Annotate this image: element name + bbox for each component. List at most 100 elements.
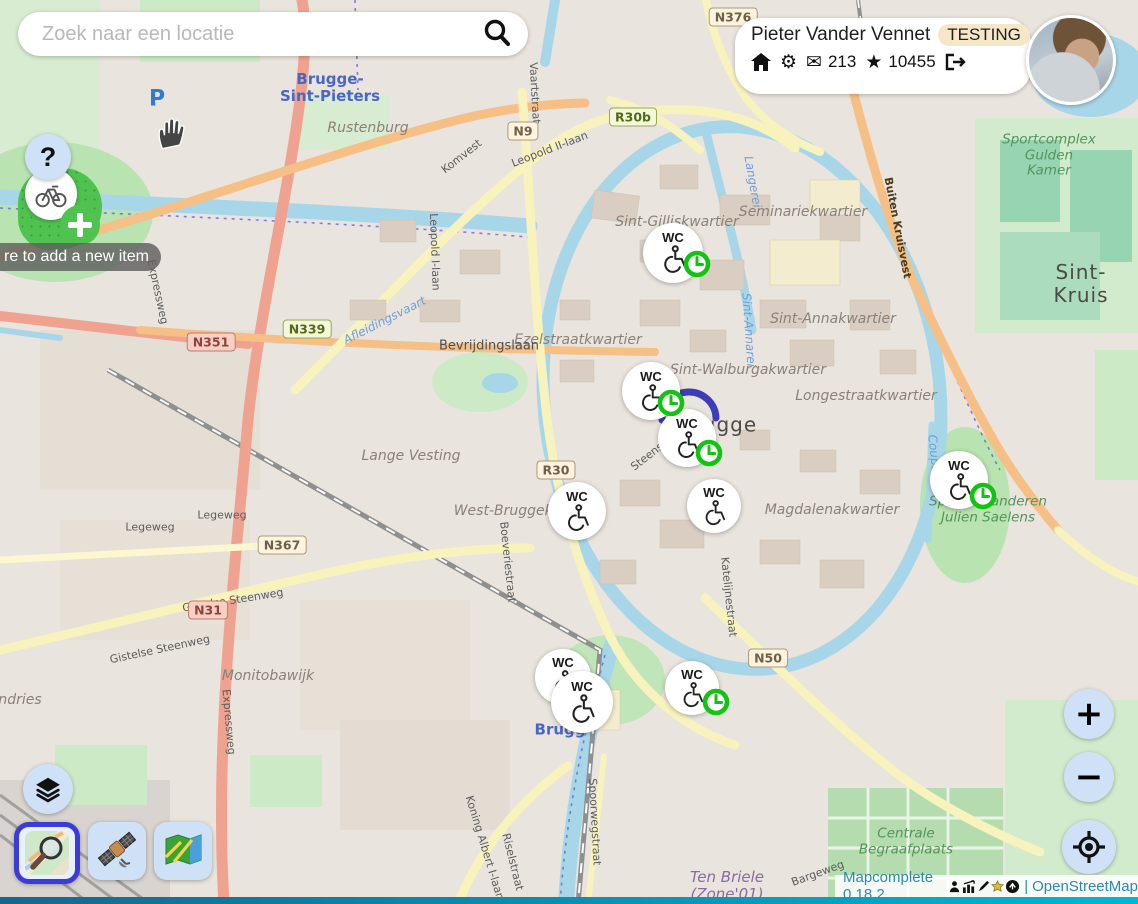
- map-label: Afleidingsvaart: [342, 294, 429, 347]
- toilet-marker-label: WC: [703, 486, 725, 499]
- attribution-separator: |: [1024, 878, 1028, 895]
- star-icon: ★: [865, 53, 882, 72]
- opening-hours-clock-icon: [683, 250, 711, 278]
- testing-badge: TESTING: [938, 24, 1030, 46]
- map-label: Gistelse Steenweg: [182, 587, 285, 615]
- add-item-tooltip: re to add a new item: [0, 243, 161, 271]
- zoom-in-button[interactable]: +: [1064, 689, 1114, 739]
- opening-hours-badge: [683, 250, 711, 278]
- bicycle-icon: [34, 179, 68, 209]
- map-label: Vaartstraat: [526, 62, 542, 124]
- mapcomplete-app: P Brugge- Sint-Pieters Rustenburg Vaartstra…: [0, 0, 1138, 904]
- map-label: Langerei: [741, 155, 764, 209]
- map-label: Rustenburg: [327, 120, 408, 136]
- user-name[interactable]: Pieter Vander Vennet: [751, 24, 930, 46]
- home-icon[interactable]: [751, 53, 771, 72]
- map-label: Boeveriestraat: [496, 521, 517, 603]
- edit-pen-icon[interactable]: [977, 880, 990, 893]
- road-ref-badge: N50: [748, 649, 788, 668]
- toilet-marker[interactable]: WC: [551, 671, 613, 733]
- wheelchair-icon: [562, 503, 592, 533]
- osm-map-thumbnail: [25, 831, 69, 875]
- geolocate-button[interactable]: [1062, 820, 1116, 874]
- map-label: Sint-Annarei: [739, 293, 758, 368]
- map-label: Ezelstraatkwartier: [514, 332, 642, 348]
- user-panel: Pieter Vander Vennet TESTING ⚙ ✉ 213 ★ 1…: [735, 18, 1031, 94]
- avatar-image[interactable]: [1026, 15, 1116, 105]
- road-ref-badge: N31: [188, 601, 228, 620]
- background-option-osm[interactable]: [14, 822, 80, 884]
- openstreetmap-link[interactable]: OpenStreetMap: [1032, 878, 1138, 895]
- toilet-marker[interactable]: WC: [548, 482, 606, 540]
- background-option-satellite[interactable]: [88, 822, 146, 880]
- toilet-marker-label: WC: [676, 417, 698, 430]
- map-label: Leopold I-laan: [426, 213, 441, 291]
- messages-count[interactable]: 213: [828, 52, 856, 72]
- map-label: Sint-Annakwartier: [770, 311, 896, 327]
- road-ref-badge: N351: [187, 333, 236, 352]
- map-label: Monitobawijk: [222, 668, 314, 684]
- layers-button[interactable]: [23, 764, 73, 814]
- gear-icon[interactable]: ⚙: [780, 53, 797, 72]
- road-ref-badge: R30: [536, 461, 575, 480]
- opening-hours-clock-icon: [657, 389, 685, 417]
- background-option-map[interactable]: [154, 822, 212, 880]
- toilet-marker-label: WC: [571, 680, 593, 693]
- toilet-marker-label: WC: [566, 490, 588, 503]
- geolocation-icon: [1072, 830, 1106, 864]
- search-input[interactable]: [40, 22, 480, 47]
- zoom-out-button[interactable]: −: [1064, 752, 1114, 802]
- map-label: Sint-Kruis: [1053, 261, 1110, 307]
- toilet-marker[interactable]: WC: [687, 479, 741, 533]
- logout-icon[interactable]: [945, 53, 967, 71]
- road-ref-badge: N9: [507, 122, 538, 141]
- background-layer-switcher: [14, 822, 212, 884]
- opening-hours-clock-icon: [969, 482, 997, 510]
- opening-hours-clock-icon: [702, 688, 730, 716]
- satellite-icon: [95, 829, 139, 873]
- opening-hours-badge: [695, 439, 723, 467]
- opening-hours-badge: [657, 389, 685, 417]
- search-icon[interactable]: [480, 17, 514, 51]
- opening-hours-badge: [702, 688, 730, 716]
- toilet-marker-label: WC: [948, 459, 970, 472]
- wheelchair-icon: [566, 693, 598, 725]
- map-label: Gistelse Steenweg: [109, 633, 211, 667]
- opening-hours-clock-icon: [695, 439, 723, 467]
- changesets-count[interactable]: 10455: [888, 52, 935, 72]
- map-label: Seminariekwartier: [739, 204, 867, 220]
- map-label: Bevrijdingslaan: [439, 340, 539, 355]
- map-label: Legeweg: [125, 522, 174, 535]
- map-label: Centrale Begraafplaats: [859, 826, 953, 857]
- road-ref-badge: N339: [283, 320, 332, 339]
- statistics-icon[interactable]: [962, 880, 976, 893]
- folded-map-icon: [161, 829, 205, 873]
- map-label: P: [149, 86, 165, 111]
- map-label: Brugge- Sint-Pieters: [280, 71, 380, 106]
- help-button[interactable]: ?: [25, 134, 71, 180]
- award-icon[interactable]: [991, 880, 1004, 893]
- map-label: Sint-Walburgakwartier: [670, 362, 826, 378]
- magnifier-icon: [25, 831, 69, 875]
- map-label: Riselstraat: [499, 832, 525, 892]
- map-label: Legeweg: [197, 510, 246, 523]
- map-label: Buiten Kruisvest: [881, 176, 913, 279]
- map-label: Sportcomplex Gulden Kamer: [1002, 133, 1096, 180]
- add-item-plus-button[interactable]: [60, 205, 100, 245]
- contributors-icon[interactable]: [948, 880, 961, 893]
- map-label: Lange Vesting: [361, 448, 460, 464]
- circle-badge-icon[interactable]: [1005, 879, 1020, 894]
- search-bar: [18, 12, 528, 56]
- toilet-marker-label: WC: [640, 370, 662, 383]
- toilet-marker-label: WC: [681, 668, 703, 681]
- map-label: Katelijnestraat: [718, 556, 739, 637]
- attribution-bar: Mapcomplete 0.18.2 | OpenStreetMap: [835, 875, 1138, 897]
- opening-hours-badge: [969, 482, 997, 510]
- messages-icon[interactable]: ✉: [806, 53, 822, 72]
- map-label: Longestraatkwartier: [795, 388, 937, 404]
- bottom-progress-bar: [0, 897, 1138, 904]
- map-label: Komvest: [439, 137, 484, 176]
- road-ref-badge: R30b: [609, 108, 657, 127]
- map-label: Leopold II-laan: [510, 130, 590, 171]
- attribution-icons: [948, 879, 1020, 894]
